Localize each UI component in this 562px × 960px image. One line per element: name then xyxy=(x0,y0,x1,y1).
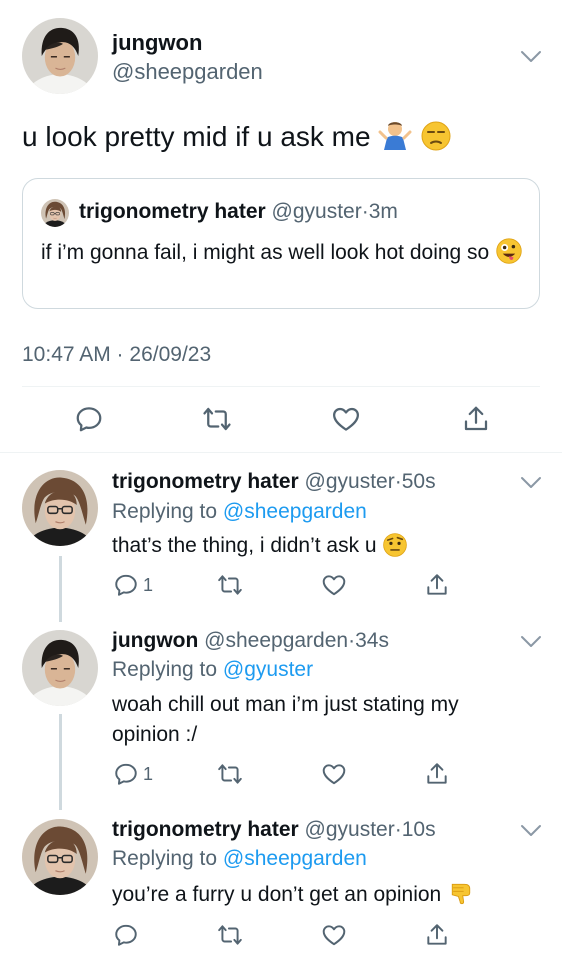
retweet-icon xyxy=(217,761,243,787)
avatar-image xyxy=(22,819,98,895)
replying-to-handle[interactable]: @sheepgarden xyxy=(223,500,367,523)
replying-to-label: Replying to xyxy=(112,847,218,870)
reply-icon xyxy=(113,761,139,787)
like-icon xyxy=(321,572,347,598)
retweet-button[interactable] xyxy=(217,922,243,948)
thumbs-down-emoji xyxy=(447,879,475,916)
author-handle[interactable]: @sheepgarden xyxy=(112,59,263,85)
replying-to: Replying to @sheepgarden xyxy=(112,500,367,524)
retweet-icon xyxy=(202,404,232,434)
share-button[interactable] xyxy=(424,572,450,598)
like-button[interactable] xyxy=(321,572,347,598)
avatar-image xyxy=(22,630,98,706)
author-name[interactable]: jungwon xyxy=(112,30,202,56)
reply-text-body: you’re a furry u don’t get an opinion xyxy=(112,883,442,906)
chevron-down-icon[interactable] xyxy=(520,824,542,838)
avatar[interactable] xyxy=(22,18,98,94)
like-icon xyxy=(321,922,347,948)
replying-to-handle[interactable]: @gyuster xyxy=(223,658,313,681)
author-handle[interactable]: @gyuster xyxy=(272,200,362,223)
share-icon xyxy=(461,404,491,434)
reply-button[interactable] xyxy=(113,922,139,948)
quote-text-body: if i’m gonna fail, i might as well look … xyxy=(41,241,490,264)
retweet-icon xyxy=(217,922,243,948)
author-name[interactable]: jungwon xyxy=(112,629,198,652)
share-icon xyxy=(424,922,450,948)
tweet-time[interactable]: 3m xyxy=(369,200,398,223)
face-with-raised-eyebrow-emoji xyxy=(382,532,408,567)
replying-to-label: Replying to xyxy=(112,500,218,523)
like-button[interactable] xyxy=(331,404,361,434)
divider xyxy=(0,452,562,453)
unamused-face-emoji xyxy=(420,120,452,159)
tweet-time[interactable]: 50s xyxy=(402,470,436,493)
quote-header: trigonometry hater @gyuster·3m xyxy=(79,200,398,224)
reply-button[interactable]: 1 xyxy=(113,572,153,598)
share-button[interactable] xyxy=(461,404,491,434)
chevron-down-icon[interactable] xyxy=(520,635,542,649)
like-button[interactable] xyxy=(321,922,347,948)
author-handle[interactable]: @sheepgarden xyxy=(204,629,348,652)
share-button[interactable] xyxy=(424,761,450,787)
reply-icon xyxy=(74,404,104,434)
reply-icon xyxy=(113,572,139,598)
replying-to: Replying to @gyuster xyxy=(112,658,313,682)
reply-count: 1 xyxy=(143,763,154,784)
separator-dot: · xyxy=(394,818,402,841)
divider xyxy=(22,386,540,387)
like-button[interactable] xyxy=(321,761,347,787)
reply-text: you’re a furry u don’t get an opinion xyxy=(112,879,542,916)
reply-text-body: that’s the thing, i didn’t ask u xyxy=(112,534,377,557)
share-icon xyxy=(424,572,450,598)
share-button[interactable] xyxy=(424,922,450,948)
tweet-time[interactable]: 10s xyxy=(402,818,436,841)
author-handle[interactable]: @gyuster xyxy=(305,818,395,841)
quote-text: if i’m gonna fail, i might as well look … xyxy=(41,237,531,274)
avatar[interactable] xyxy=(22,630,98,706)
reply-button[interactable] xyxy=(74,404,104,434)
reply-text: woah chill out man i’m just stating my o… xyxy=(112,693,459,746)
retweet-button[interactable] xyxy=(217,572,243,598)
author-name[interactable]: trigonometry hater xyxy=(112,470,299,493)
retweet-icon xyxy=(217,572,243,598)
separator-dot: · xyxy=(394,470,402,493)
quoted-tweet[interactable]: trigonometry hater @gyuster·3m if i’m go… xyxy=(22,178,540,309)
thread-line xyxy=(59,714,62,810)
thread-line xyxy=(59,556,62,622)
reply-header: trigonometry hater @gyuster·50s xyxy=(112,470,436,494)
reply-text: that’s the thing, i didn’t ask u xyxy=(112,531,532,567)
zany-face-emoji xyxy=(495,237,523,274)
person-shrugging-emoji xyxy=(378,118,412,159)
retweet-button[interactable] xyxy=(202,404,232,434)
retweet-button[interactable] xyxy=(217,761,243,787)
avatar-image xyxy=(22,470,98,546)
chevron-down-icon[interactable] xyxy=(520,476,542,490)
tweet-text-body: u look pretty mid if u ask me xyxy=(22,121,371,152)
reply-button[interactable]: 1 xyxy=(113,761,153,787)
reply-count: 1 xyxy=(143,574,154,595)
chevron-down-icon[interactable] xyxy=(520,50,542,64)
like-icon xyxy=(321,761,347,787)
replying-to: Replying to @sheepgarden xyxy=(112,847,367,871)
author-name[interactable]: trigonometry hater xyxy=(79,200,266,223)
avatar[interactable] xyxy=(41,199,69,227)
author-handle[interactable]: @gyuster xyxy=(305,470,395,493)
author-name[interactable]: trigonometry hater xyxy=(112,818,299,841)
reply-header: trigonometry hater @gyuster·10s xyxy=(112,818,436,842)
replying-to-label: Replying to xyxy=(112,658,218,681)
tweet-timestamp[interactable]: 10:47 AM · 26/09/23 xyxy=(22,343,211,367)
share-icon xyxy=(424,761,450,787)
avatar-image xyxy=(41,199,69,227)
reply-header: jungwon @sheepgarden·34s xyxy=(112,629,389,653)
avatar[interactable] xyxy=(22,470,98,546)
avatar-image xyxy=(22,18,98,94)
avatar[interactable] xyxy=(22,819,98,895)
separator-dot: · xyxy=(361,200,369,223)
like-icon xyxy=(331,404,361,434)
reply-icon xyxy=(113,922,139,948)
tweet-text: u look pretty mid if u ask me xyxy=(22,118,452,159)
tweet-time[interactable]: 34s xyxy=(355,629,389,652)
replying-to-handle[interactable]: @sheepgarden xyxy=(223,847,367,870)
